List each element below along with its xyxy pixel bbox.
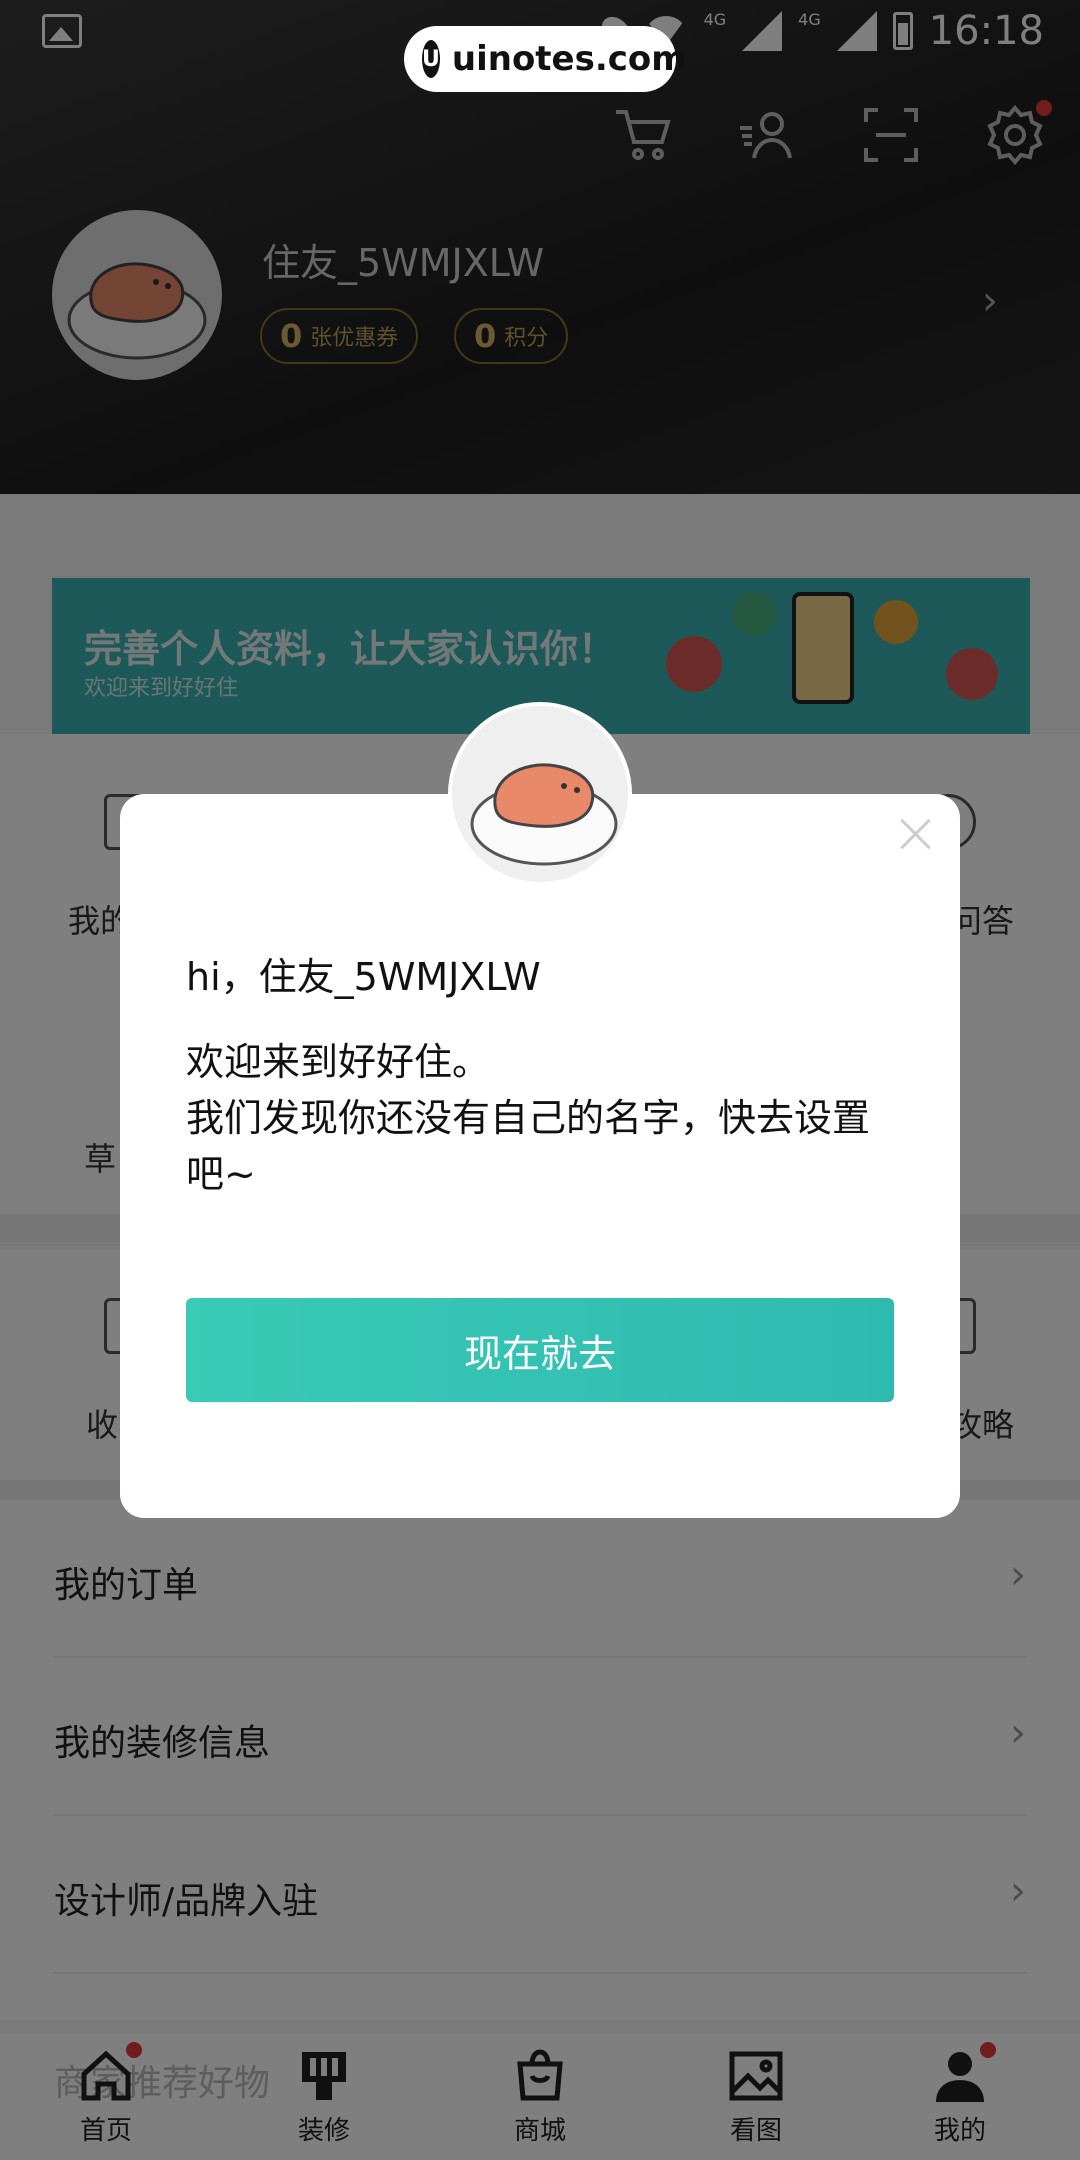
dialog-line-2: 我们发现你还没有自己的名字，快去设置吧~ [186,1096,871,1196]
dialog-greeting: hi，住友_5WMJXLW [186,955,541,999]
dialog-line-1: 欢迎来到好好住。 [186,1040,491,1084]
dialog-message: 欢迎来到好好住。 我们发现你还没有自己的名字，快去设置吧~ [186,1034,906,1202]
watermark-text: uinotes.com [451,39,687,79]
close-icon[interactable] [896,814,936,854]
watermark: U uinotes.com [404,26,687,92]
dialog-avatar [448,702,632,886]
go-now-button[interactable]: 现在就去 [186,1298,894,1402]
watermark-logo: U [422,40,440,78]
set-name-dialog: hi，住友_5WMJXLW 欢迎来到好好住。 我们发现你还没有自己的名字，快去设… [120,794,960,1518]
